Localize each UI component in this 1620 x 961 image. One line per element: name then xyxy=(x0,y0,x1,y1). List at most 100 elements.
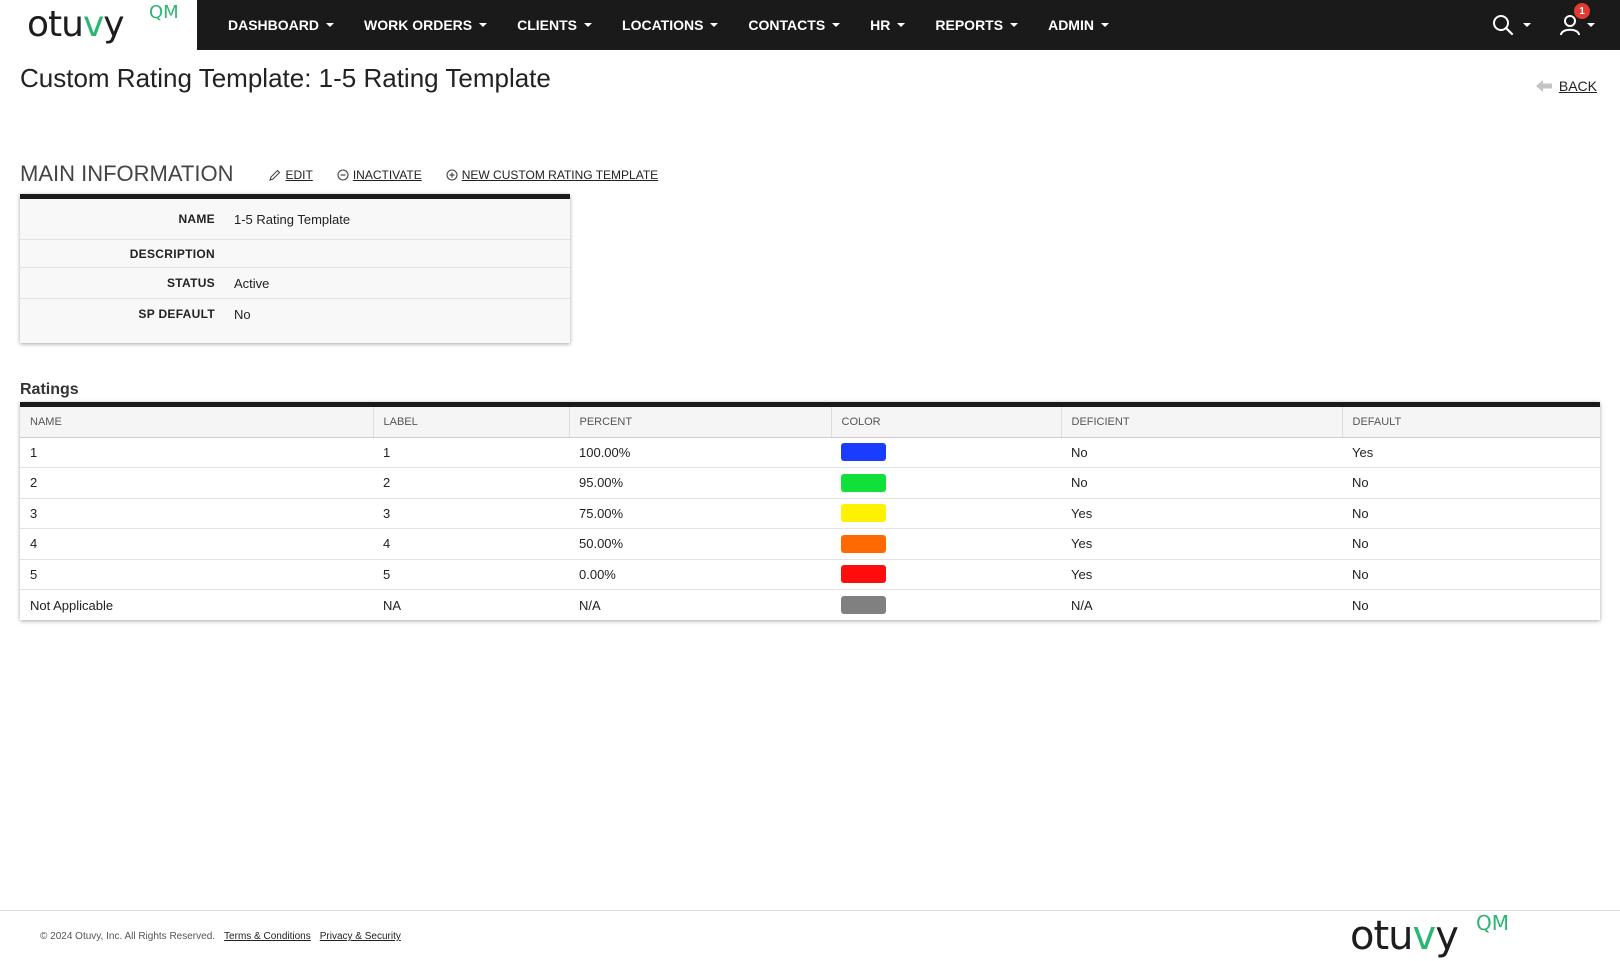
footer-links: © 2024 Otuvy, Inc. All Rights Reserved. … xyxy=(40,931,401,942)
plus-circle-icon xyxy=(446,169,458,181)
column-header-name[interactable]: NAME xyxy=(20,407,374,438)
cell-percent: 50.00% xyxy=(569,528,831,560)
table-header-row: NAME LABEL PERCENT COLOR DEFICIENT DEFAU… xyxy=(20,407,1600,438)
caret-down-icon xyxy=(1523,23,1531,27)
main-navbar: DASHBOARD WORK ORDERS CLIENTS LOCATIONS … xyxy=(197,0,1620,50)
table-row[interactable]: 3 3 75.00% Yes No xyxy=(20,498,1600,529)
main-info-title: MAIN INFORMATION xyxy=(20,161,234,186)
column-header-percent[interactable]: PERCENT xyxy=(569,407,832,438)
cell-color xyxy=(831,528,1061,560)
color-swatch xyxy=(841,534,886,553)
info-row-name: NAME 1-5 Rating Template xyxy=(20,199,570,240)
cell-name: 4 xyxy=(20,528,373,560)
caret-down-icon xyxy=(1100,23,1109,27)
caret-down-icon xyxy=(584,23,593,27)
cell-color xyxy=(831,498,1061,529)
back-link[interactable]: BACK xyxy=(1535,78,1597,94)
ratings-table: NAME LABEL PERCENT COLOR DEFICIENT DEFAU… xyxy=(20,407,1600,620)
cell-deficient: No xyxy=(1061,467,1342,499)
back-arrow-icon xyxy=(1535,80,1552,92)
logo-text-v: v xyxy=(82,4,104,45)
nav-item-admin[interactable]: ADMIN xyxy=(1048,17,1109,33)
cell-deficient: Yes xyxy=(1061,498,1342,529)
nav-item-contacts[interactable]: CONTACTS xyxy=(748,17,841,33)
caret-down-icon xyxy=(710,23,719,27)
logo-text-v: v xyxy=(1412,913,1437,959)
info-row-description: DESCRIPTION xyxy=(20,240,570,268)
table-row[interactable]: 2 2 95.00% No No xyxy=(20,467,1600,499)
minus-circle-icon xyxy=(337,169,349,181)
footer-otuvy-logo: otuvy QM xyxy=(1350,911,1509,959)
table-row[interactable]: 4 4 50.00% Yes No xyxy=(20,528,1600,560)
cell-label: NA xyxy=(383,597,402,613)
nav-item-work-orders[interactable]: WORK ORDERS xyxy=(364,17,488,33)
search-menu-button[interactable] xyxy=(1492,14,1531,36)
cell-default: No xyxy=(1342,528,1600,560)
new-template-label: NEW CUSTOM RATING TEMPLATE xyxy=(461,168,659,182)
cell-label: 3 xyxy=(373,498,569,529)
nav-item-label: CLIENTS xyxy=(517,17,578,33)
cell-name: 5 xyxy=(20,559,373,590)
cell-percent: N/A xyxy=(579,597,601,613)
ratings-table-card: NAME LABEL PERCENT COLOR DEFICIENT DEFAU… xyxy=(20,402,1600,620)
ratings-title: Ratings xyxy=(20,381,79,398)
info-row-status: STATUS Active xyxy=(20,268,570,299)
notification-badge: 1 xyxy=(1574,3,1590,19)
cell-default: No xyxy=(1342,559,1600,590)
back-label: BACK xyxy=(1558,78,1597,94)
nav-item-label: WORK ORDERS xyxy=(364,17,473,33)
cell-percent: 0.00% xyxy=(569,559,831,590)
inactivate-label: INACTIVATE xyxy=(352,168,422,182)
cell-percent: 95.00% xyxy=(569,467,831,499)
nav-item-clients[interactable]: CLIENTS xyxy=(517,17,593,33)
logo-area: otuvy QM xyxy=(0,0,197,50)
user-menu-button[interactable]: 1 xyxy=(1559,3,1595,36)
pencil-icon xyxy=(269,169,281,181)
nav-item-label: HR xyxy=(870,17,891,33)
edit-link[interactable]: EDIT xyxy=(269,168,313,182)
info-label: DESCRIPTION xyxy=(129,246,215,261)
column-header-deficient[interactable]: DEFICIENT xyxy=(1061,407,1343,438)
column-header-color[interactable]: COLOR xyxy=(831,407,1062,438)
nav-item-reports[interactable]: REPORTS xyxy=(935,17,1019,33)
cell-label: 5 xyxy=(373,559,569,590)
inactivate-link[interactable]: INACTIVATE xyxy=(337,168,422,182)
cell-default: No xyxy=(1352,597,1369,613)
table-row[interactable]: 1 1 100.00% No Yes xyxy=(20,437,1600,468)
main-info-header: MAIN INFORMATION EDIT INACTIVATE NEW CUS… xyxy=(20,161,682,187)
nav-item-locations[interactable]: LOCATIONS xyxy=(622,17,719,33)
table-row[interactable]: Not Applicable NA N/A N/A No xyxy=(20,590,1600,621)
cell-color xyxy=(831,437,1061,468)
cell-color xyxy=(831,590,1061,621)
cell-color xyxy=(831,467,1061,499)
color-swatch xyxy=(841,596,886,614)
cell-label: 1 xyxy=(373,437,569,468)
caret-down-icon xyxy=(326,23,334,27)
nav-item-label: REPORTS xyxy=(935,17,1004,33)
nav-item-hr[interactable]: HR xyxy=(870,17,906,33)
nav-item-label: DASHBOARD xyxy=(228,17,319,33)
nav-item-dashboard[interactable]: DASHBOARD xyxy=(228,17,334,33)
info-label: NAME xyxy=(178,212,215,226)
page-title: Custom Rating Template: 1-5 Rating Templ… xyxy=(20,63,551,93)
nav-item-label: ADMIN xyxy=(1048,17,1094,33)
logo-qm: QM xyxy=(1476,911,1509,935)
cell-deficient: N/A xyxy=(1071,597,1093,613)
cell-name: Not Applicable xyxy=(30,597,114,613)
otuvy-logo[interactable]: otuvy QM xyxy=(27,2,179,45)
table-row[interactable]: 5 5 0.00% Yes No xyxy=(20,559,1600,590)
caret-down-icon xyxy=(1587,23,1595,27)
column-header-label[interactable]: LABEL xyxy=(373,407,570,438)
info-row-sp-default: SP DEFAULT No xyxy=(20,299,570,329)
privacy-link[interactable]: Privacy & Security xyxy=(320,931,401,942)
logo-text-end: y xyxy=(1435,913,1459,959)
info-value: Active xyxy=(234,275,270,291)
cell-default: Yes xyxy=(1342,437,1600,468)
new-template-link[interactable]: NEW CUSTOM RATING TEMPLATE xyxy=(446,168,658,182)
terms-link[interactable]: Terms & Conditions xyxy=(224,931,311,942)
info-value: 1-5 Rating Template xyxy=(234,211,351,227)
column-header-default[interactable]: DEFAULT xyxy=(1342,407,1600,438)
info-label: STATUS xyxy=(166,276,215,290)
nav-menu: DASHBOARD WORK ORDERS CLIENTS LOCATIONS … xyxy=(228,0,1139,50)
cell-default: No xyxy=(1342,467,1600,499)
